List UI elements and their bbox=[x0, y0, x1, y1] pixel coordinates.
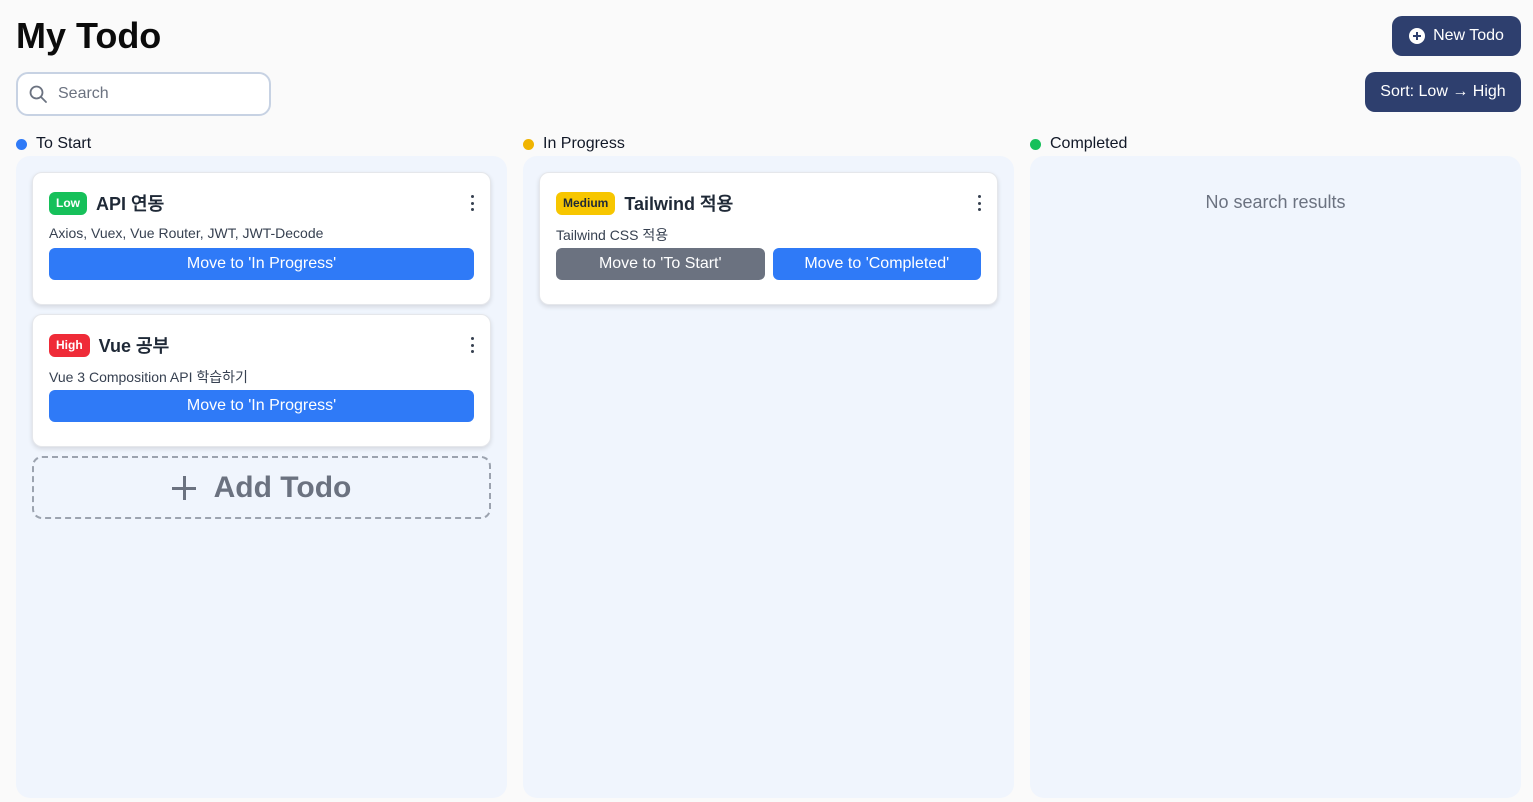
status-dot-icon bbox=[1030, 138, 1041, 150]
new-todo-label: New Todo bbox=[1433, 27, 1504, 44]
status-dot-icon bbox=[523, 138, 534, 150]
search-icon bbox=[29, 85, 47, 103]
more-options-icon[interactable] bbox=[468, 195, 476, 211]
column-title: In Progress bbox=[543, 135, 625, 152]
more-options-icon[interactable] bbox=[468, 337, 476, 353]
move-to-in-progress-button[interactable]: Move to 'In Progress' bbox=[49, 248, 474, 280]
new-todo-button[interactable]: New Todo bbox=[1392, 16, 1521, 56]
empty-message: No search results bbox=[1205, 192, 1346, 212]
column-header: Completed bbox=[1030, 134, 1521, 154]
todo-app: My Todo New Todo Sort: Low → High To Sta… bbox=[0, 0, 1533, 802]
column-to-start: To Start Low API 연동 Axios, Vuex, Vue Rou… bbox=[16, 134, 507, 798]
more-options-icon[interactable] bbox=[975, 195, 983, 211]
status-dot-icon bbox=[16, 138, 27, 150]
card-description: Tailwind CSS 적용 bbox=[556, 227, 669, 243]
column-completed: Completed No search results bbox=[1030, 134, 1521, 798]
plus-icon bbox=[171, 475, 196, 500]
card-title: API 연동 bbox=[96, 194, 165, 214]
move-to-in-progress-button[interactable]: Move to 'In Progress' bbox=[49, 390, 474, 422]
add-todo-button[interactable]: Add Todo bbox=[32, 456, 491, 519]
page-title: My Todo bbox=[16, 15, 162, 56]
priority-badge: High bbox=[49, 333, 90, 357]
card-description: Axios, Vuex, Vue Router, JWT, JWT-Decode bbox=[49, 225, 324, 241]
column-body: No search results bbox=[1030, 156, 1521, 798]
plus-circle-icon bbox=[1409, 28, 1426, 44]
column-header: In Progress bbox=[523, 134, 1014, 154]
move-to-start-button[interactable]: Move to 'To Start' bbox=[556, 248, 765, 280]
sort-button[interactable]: Sort: Low → High bbox=[1365, 72, 1521, 112]
todo-card[interactable]: High Vue 공부 Vue 3 Composition API 학습하기 M… bbox=[32, 314, 491, 447]
column-body: Medium Tailwind 적용 Tailwind CSS 적용 Move … bbox=[523, 156, 1014, 798]
column-title: To Start bbox=[36, 135, 92, 152]
column-in-progress: In Progress Medium Tailwind 적용 Tailwind … bbox=[523, 134, 1014, 798]
priority-badge: Low bbox=[49, 191, 87, 215]
todo-card[interactable]: Low API 연동 Axios, Vuex, Vue Router, JWT,… bbox=[32, 172, 491, 305]
add-todo-label: Add Todo bbox=[213, 470, 352, 504]
priority-badge: Medium bbox=[556, 191, 616, 215]
move-to-completed-button[interactable]: Move to 'Completed' bbox=[772, 248, 981, 280]
column-header: To Start bbox=[16, 134, 507, 154]
card-description: Vue 3 Composition API 학습하기 bbox=[49, 369, 248, 385]
search-input[interactable] bbox=[58, 85, 248, 103]
todo-card[interactable]: Medium Tailwind 적용 Tailwind CSS 적용 Move … bbox=[539, 172, 998, 305]
column-title: Completed bbox=[1050, 135, 1128, 152]
search-box[interactable] bbox=[16, 72, 271, 116]
card-title: Vue 공부 bbox=[98, 336, 170, 356]
column-body: Low API 연동 Axios, Vuex, Vue Router, JWT,… bbox=[16, 156, 507, 798]
card-title: Tailwind 적용 bbox=[624, 194, 734, 214]
